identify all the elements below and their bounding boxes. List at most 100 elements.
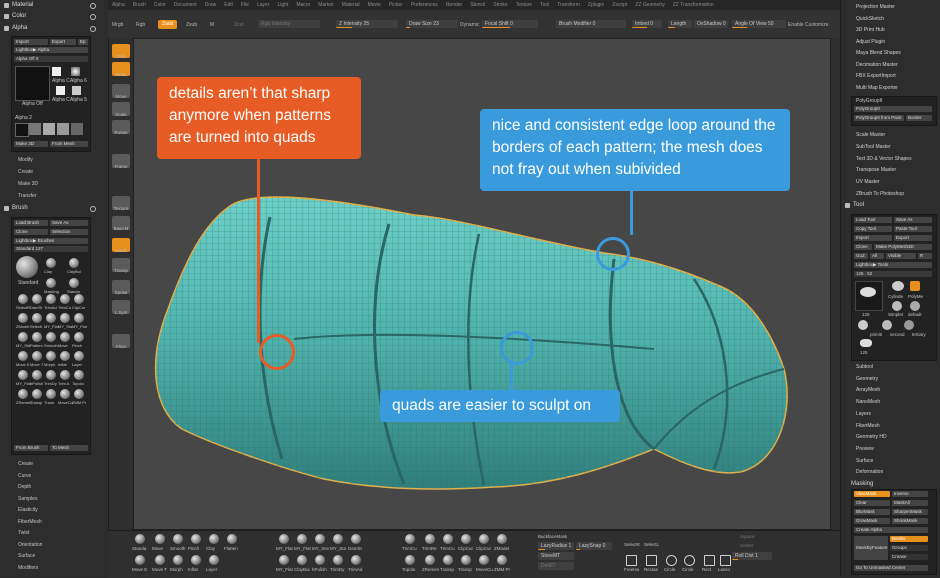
simplebrush-tool-thumb[interactable] <box>892 301 902 311</box>
primitive-tool-thumb[interactable] <box>858 320 868 330</box>
tool-subpalette-item[interactable]: Surface <box>856 458 873 464</box>
brush-shortcut[interactable] <box>297 555 307 565</box>
tool-subpalette-item[interactable]: Subtool <box>856 364 873 370</box>
polymesh-tool-thumb[interactable] <box>910 281 920 291</box>
brush-shortcut[interactable] <box>155 534 165 544</box>
inverse-button[interactable]: Inverse <box>892 491 928 497</box>
brush-thumb[interactable] <box>46 370 56 380</box>
tool-count-slider[interactable]: 125 . 52 <box>854 271 932 277</box>
plugin-item[interactable]: Projection Master <box>856 4 895 10</box>
imbed-slider[interactable]: Imbed 0 <box>632 20 662 28</box>
menu-item[interactable]: Stencil <box>466 2 489 8</box>
border-button[interactable]: Border <box>906 115 932 121</box>
brush-subpalette-item[interactable]: Create <box>18 461 33 467</box>
brush-subpalette-item[interactable]: Samples <box>18 496 37 502</box>
brush-thumb[interactable] <box>74 294 84 304</box>
plugin-item[interactable]: Decimation Master <box>856 62 898 68</box>
brush-shortcut[interactable] <box>315 534 325 544</box>
brush-palette-header[interactable]: Brush <box>4 205 28 211</box>
brush-shortcut[interactable] <box>461 555 471 565</box>
brush-subpalette-item[interactable]: Modifiers <box>18 565 38 571</box>
goz-button[interactable]: GoZ <box>854 253 868 259</box>
brush-shortcut[interactable] <box>479 555 489 565</box>
alpha-thumb[interactable] <box>72 86 81 95</box>
z-intensity-slider[interactable]: Z Intensity 25 <box>336 20 398 28</box>
delmt-button[interactable]: DelMT <box>538 562 574 570</box>
export-button[interactable]: Export <box>50 39 76 45</box>
tool-subpalette-item[interactable]: Preview <box>856 446 874 452</box>
menu-item[interactable]: Edit <box>220 2 237 8</box>
lightbox-brushes-button[interactable]: Lightbox▶ Brushes <box>14 238 88 244</box>
from-brush-button[interactable]: From Brush <box>14 445 48 451</box>
standard-brush-slider[interactable]: Standard 127 <box>14 246 88 252</box>
load-brush-button[interactable]: Load Brush <box>14 220 48 226</box>
polygroupit-from-paint-button[interactable]: PolyGroupIt from Paint <box>854 115 904 121</box>
brush-thumb[interactable] <box>18 294 28 304</box>
brush-shortcut[interactable] <box>209 555 219 565</box>
menu-item[interactable]: Alpha <box>108 2 129 8</box>
viewmask-button[interactable]: ViewMask <box>854 491 890 497</box>
menu-item[interactable]: Preferences <box>407 2 442 8</box>
menu-item[interactable]: Movie <box>364 2 385 8</box>
lazyradius-slider[interactable]: LazyRadius 1 <box>538 542 574 550</box>
menu-item[interactable]: Brush <box>129 2 150 8</box>
lightbox-tools-button[interactable]: Lightbox▶ Tools <box>854 262 932 268</box>
growmask-button[interactable]: GrowMask <box>854 518 890 524</box>
brush-thumb[interactable] <box>74 370 84 380</box>
plugin-item[interactable]: 3D Print Hub <box>856 27 885 33</box>
brush-subpalette-item[interactable]: Orientation <box>18 542 42 548</box>
brush-shortcut[interactable] <box>351 555 361 565</box>
groups-toggle[interactable]: Groups <box>890 545 928 551</box>
brush-shortcut[interactable] <box>209 534 219 544</box>
lazysnap-slider[interactable]: LazySnap 0 <box>576 542 612 550</box>
plugin-item[interactable]: Adjust Plugin <box>856 39 885 45</box>
create-item[interactable]: Create <box>18 169 33 175</box>
visible-button[interactable]: Visible <box>886 253 916 259</box>
alpha-thumb[interactable] <box>57 123 69 135</box>
brush-thumb[interactable] <box>32 332 42 342</box>
save-as-button[interactable]: Save As <box>894 217 932 223</box>
selectl-button[interactable]: SelectL <box>644 542 659 547</box>
brush-shortcut[interactable] <box>461 534 471 544</box>
brush-thumb[interactable] <box>74 351 84 361</box>
brush-shortcut[interactable] <box>155 555 165 565</box>
brush-thumb[interactable] <box>18 389 28 399</box>
brush-shortcut[interactable] <box>497 555 507 565</box>
create-alpha-button[interactable]: Create Alpha <box>854 527 928 533</box>
settings-gear-icon[interactable] <box>90 206 96 212</box>
settings-gear-icon[interactable] <box>90 14 96 20</box>
brush-thumb[interactable] <box>46 389 56 399</box>
to-mesh-button[interactable]: To Mesh <box>50 445 88 451</box>
masking-header[interactable]: Masking <box>851 481 873 487</box>
brush-thumb[interactable] <box>46 258 56 268</box>
brush-thumb[interactable] <box>46 278 56 288</box>
from-mesh-button[interactable]: From Mesh <box>50 141 88 147</box>
tool-palette-header[interactable]: Tool <box>845 202 864 208</box>
brush-thumb[interactable] <box>32 351 42 361</box>
brush-shortcut[interactable] <box>497 534 507 544</box>
brush-thumb[interactable] <box>60 294 70 304</box>
alpha-thumb[interactable] <box>43 123 55 135</box>
brush-thumb[interactable] <box>69 278 79 288</box>
square-button[interactable]: Square <box>740 534 755 539</box>
mrgb-button[interactable]: Mrgb <box>112 22 123 28</box>
draw-size-slider[interactable]: Draw Size 23 <box>406 20 458 28</box>
menu-item[interactable]: ZZ Geometry <box>631 2 668 8</box>
brush-shortcut[interactable] <box>191 534 201 544</box>
zcut-button[interactable]: Zcut <box>234 22 244 28</box>
plugin-item[interactable]: Transpose Master <box>856 167 896 173</box>
alpha-thumb[interactable] <box>56 86 65 95</box>
tool-subpalette-item[interactable]: ArrayMesh <box>856 387 880 393</box>
all-button[interactable]: All <box>870 253 884 259</box>
brush-preview[interactable] <box>16 256 38 278</box>
brush-thumb[interactable] <box>18 351 28 361</box>
menu-item[interactable]: Tool <box>536 2 553 8</box>
plugin-item[interactable]: Multi Map Exporter <box>856 85 898 91</box>
make3d-item[interactable]: Make 3D <box>18 181 38 187</box>
alpha-off-slider[interactable]: Alpha Off 0 <box>14 56 88 62</box>
selection-shape-icon[interactable] <box>626 555 637 566</box>
brush-thumb[interactable] <box>60 370 70 380</box>
alpha-thumb[interactable] <box>15 123 29 137</box>
shrinkmask-button[interactable]: ShrinkMask <box>892 518 928 524</box>
menu-item[interactable]: Marker <box>314 2 338 8</box>
